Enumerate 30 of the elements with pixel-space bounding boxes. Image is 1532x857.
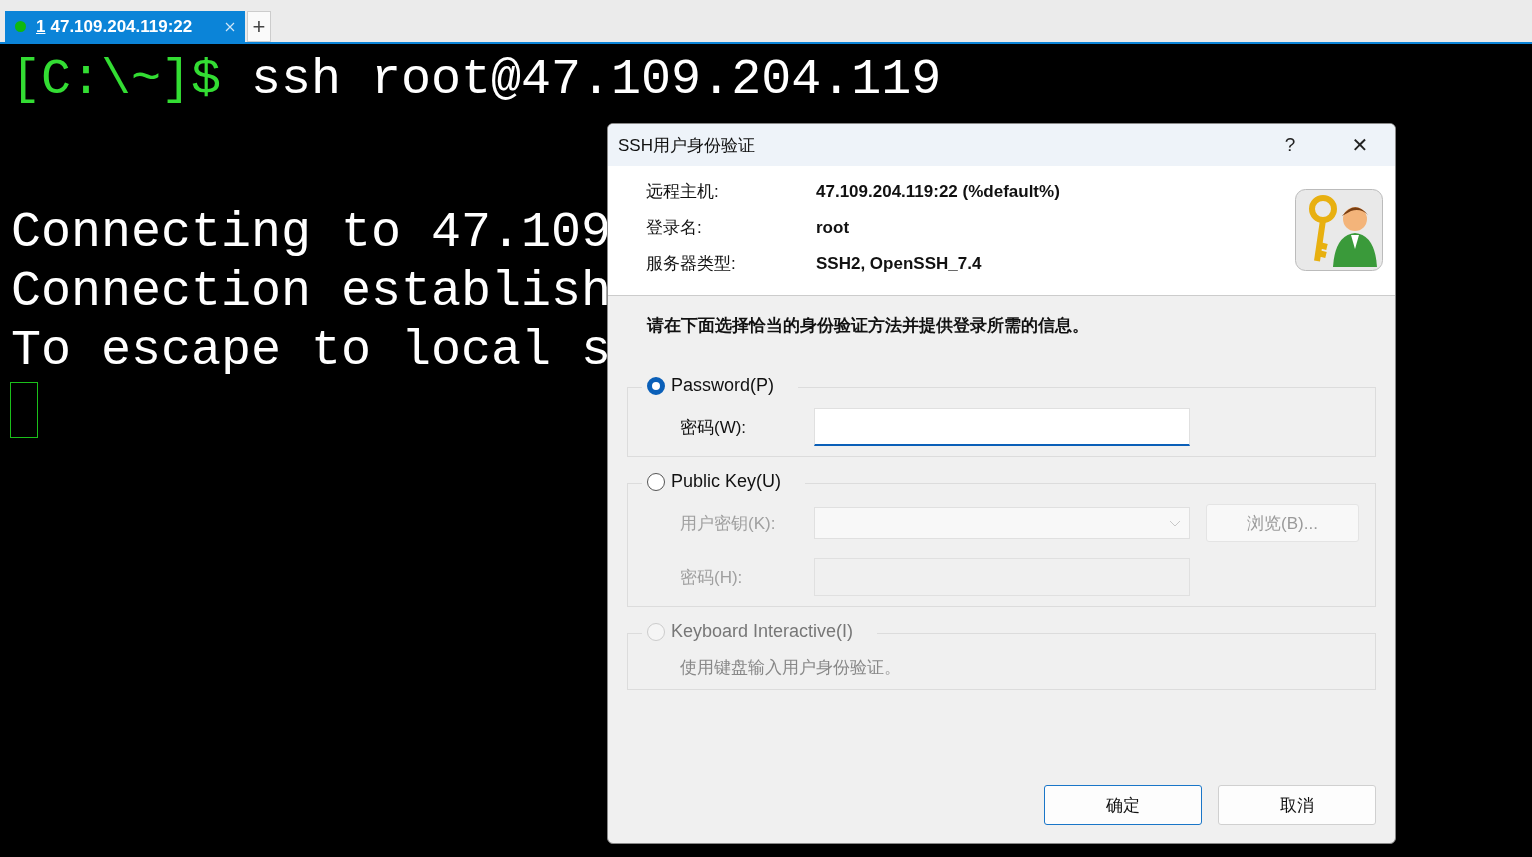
- new-tab-button[interactable]: +: [247, 11, 271, 42]
- terminal-line: To escape to local s: [11, 321, 612, 380]
- info-label: 登录名:: [646, 217, 703, 239]
- field-label: 用户密钥(K):: [680, 512, 777, 535]
- help-button[interactable]: ?: [1255, 124, 1325, 166]
- info-value: 47.109.204.119:22 (%default%): [816, 181, 1060, 203]
- method-description: 使用键盘输入用户身份验证。: [680, 657, 902, 679]
- session-tab[interactable]: 1 47.109.204.119:22: [5, 11, 245, 42]
- key-user-icon: [1295, 189, 1383, 271]
- info-value: SSH2, OpenSSH_7.4: [816, 253, 983, 275]
- field-label: 密码(H):: [680, 566, 744, 589]
- info-value: root: [816, 217, 851, 239]
- radio-button[interactable]: [647, 472, 665, 491]
- terminal-line: Connection establish: [11, 262, 612, 321]
- ok-button[interactable]: 确定: [1044, 785, 1202, 825]
- terminal-line: [C:\~]$ ssh root@47.109.204.119: [11, 50, 942, 109]
- dialog-title: SSH用户身份验证: [618, 134, 756, 157]
- info-label: 远程主机:: [646, 181, 720, 203]
- close-icon[interactable]: [225, 21, 235, 32]
- password-field[interactable]: [814, 408, 1190, 446]
- cancel-button[interactable]: 取消: [1218, 785, 1376, 825]
- instruction-text: 请在下面选择恰当的身份验证方法并提供登录所需的信息。: [647, 315, 1090, 337]
- terminal-line: Connecting to 47.109: [11, 203, 612, 262]
- close-button[interactable]: ✕: [1325, 124, 1395, 166]
- chevron-down-icon: [1169, 519, 1181, 527]
- info-label: 服务器类型:: [646, 253, 737, 275]
- field-label: 密码(W):: [680, 416, 748, 439]
- status-dot-icon: [15, 21, 26, 32]
- terminal-cursor: [10, 382, 38, 438]
- radio-button[interactable]: [647, 376, 665, 395]
